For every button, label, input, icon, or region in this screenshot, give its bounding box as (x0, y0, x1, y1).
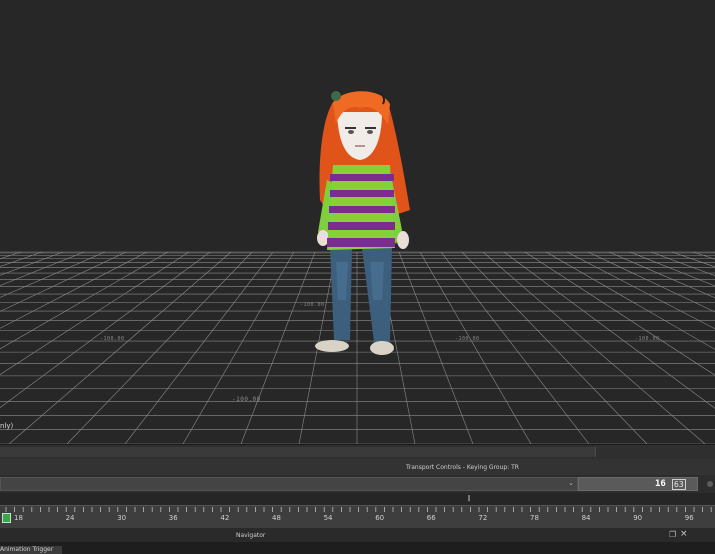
panel-header-bar (0, 444, 715, 459)
grid-label: -100.00 (635, 336, 660, 342)
tab-animation-trigger[interactable]: Animation Trigger (0, 546, 62, 554)
timeline-ruler[interactable]: 18 24 30 36 42 48 54 60 66 72 78 84 90 96 (0, 505, 715, 529)
transport-controls-header: Transport Controls - Keying Group: TR (0, 459, 715, 475)
keying-group-dropdown[interactable]: ⌄ (0, 477, 578, 491)
pause-icon[interactable]: ‖ (464, 495, 474, 503)
timeline-ticks (5, 507, 712, 512)
timeline-tick-label: 42 (220, 514, 230, 522)
timeline-tick-label: 72 (478, 514, 488, 522)
restore-window-icon[interactable]: ❐ (669, 530, 676, 539)
character-model (315, 91, 410, 355)
timeline-scroll-bar[interactable]: ‖ (0, 493, 715, 505)
timeline-tick-label: 36 (168, 514, 178, 522)
close-icon[interactable]: × (680, 529, 688, 539)
timeline-tick-label: 54 (323, 514, 333, 522)
viewport-status-text: nly) (0, 422, 14, 430)
transport-controls-row: ⌄ 16 63 (0, 475, 715, 493)
timeline-tick-label: 18 (14, 514, 23, 522)
grid-label: -100.00 (300, 302, 325, 308)
current-frame-field[interactable]: 16 (655, 479, 666, 489)
timeline-tick-label: 96 (684, 514, 694, 522)
timeline-tick-label: 30 (117, 514, 127, 522)
end-frame-field[interactable]: 63 (672, 479, 686, 490)
navigator-header: Navigator ❐ × (0, 528, 715, 542)
panel-field[interactable] (0, 447, 596, 457)
transport-controls-title: Transport Controls - Keying Group: TR (406, 464, 519, 471)
3d-viewport[interactable]: -100.00 -100.00 -100.00 -100.00 -100.00 … (0, 0, 715, 444)
timeline-tick-label: 66 (426, 514, 436, 522)
playhead[interactable] (2, 513, 11, 523)
record-icon[interactable] (707, 481, 713, 487)
timeline-tick-label: 48 (272, 514, 281, 522)
grid-label: -100.00 (232, 396, 261, 403)
bottom-tab-strip (0, 542, 715, 554)
chevron-down-icon[interactable]: ⌄ (568, 479, 574, 487)
timeline-tick-label: 90 (633, 514, 643, 522)
frame-counter[interactable]: 16 63 (578, 477, 698, 491)
grid-label: -100.00 (455, 336, 480, 342)
timeline-tick-label: 60 (375, 514, 385, 522)
timeline-tick-label: 24 (65, 514, 75, 522)
timeline-tick-label: 78 (530, 514, 539, 522)
timeline-tick-label: 84 (581, 514, 591, 522)
navigator-title: Navigator (236, 532, 266, 539)
grid-label: -100.00 (100, 336, 125, 342)
